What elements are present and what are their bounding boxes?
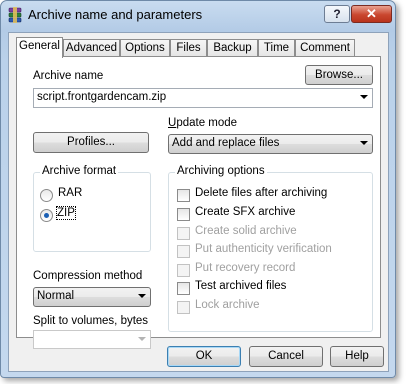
close-button[interactable]: ✕ — [351, 5, 392, 23]
delete-files-checkbox[interactable] — [177, 189, 190, 202]
chevron-down-icon[interactable] — [360, 141, 368, 145]
dialog-client-area: General Advanced Options Files Backup Ti… — [8, 32, 389, 372]
profiles-button[interactable]: Profiles... — [33, 132, 149, 153]
test-files-label[interactable]: Test archived files — [195, 280, 286, 292]
title-bar[interactable]: Archive name and parameters ? ✕ — [1, 1, 395, 31]
create-solid-label: Create solid archive — [195, 225, 297, 237]
lock-archive-checkbox[interactable] — [177, 301, 190, 314]
help-button[interactable]: Help — [330, 346, 384, 367]
authenticity-label: Put authenticity verification — [195, 243, 332, 255]
archive-name-combobox[interactable]: script.frontgardencam.zip — [33, 88, 373, 108]
tab-backup[interactable]: Backup — [207, 39, 258, 57]
archive-name-value: script.frontgardencam.zip — [37, 91, 167, 103]
update-mode-label: Update mode — [168, 117, 238, 129]
create-sfx-checkbox[interactable] — [177, 208, 190, 221]
compression-method-value: Normal — [37, 290, 75, 302]
general-tab-page: Archive name Browse... script.frontgarde… — [16, 56, 381, 338]
rar-label[interactable]: RAR — [58, 187, 82, 199]
recovery-record-checkbox[interactable] — [177, 264, 190, 277]
compression-method-select[interactable]: Normal — [33, 287, 151, 307]
tab-options[interactable]: Options — [120, 39, 170, 57]
browse-button[interactable]: Browse... — [305, 65, 373, 85]
update-mode-select[interactable]: Add and replace files — [168, 134, 373, 154]
chevron-down-icon[interactable] — [138, 294, 146, 298]
update-mode-value: Add and replace files — [172, 137, 280, 149]
archive-name-label: Archive name — [33, 70, 104, 82]
archiving-options-title: Archiving options — [175, 165, 267, 177]
zip-radio[interactable] — [40, 209, 53, 222]
dialog-window: Archive name and parameters ? ✕ General … — [0, 0, 396, 378]
tab-time[interactable]: Time — [258, 39, 295, 57]
lock-archive-label: Lock archive — [195, 299, 260, 311]
cancel-button[interactable]: Cancel — [249, 346, 323, 367]
split-volumes-label: Split to volumes, bytes — [33, 315, 149, 327]
chevron-down-icon[interactable] — [360, 95, 368, 99]
window-title: Archive name and parameters — [28, 7, 203, 22]
tab-advanced[interactable]: Advanced — [63, 39, 120, 57]
archive-format-group: Archive format RAR ZIP — [33, 165, 151, 252]
compression-method-label: Compression method — [33, 270, 143, 282]
archive-format-title: Archive format — [40, 165, 119, 177]
tab-general[interactable]: General — [16, 37, 63, 58]
ok-button[interactable]: OK — [167, 346, 241, 367]
rar-radio[interactable] — [40, 189, 53, 202]
test-files-checkbox[interactable] — [177, 282, 190, 295]
tab-comment[interactable]: Comment — [295, 39, 355, 57]
winrar-app-icon — [8, 7, 22, 23]
zip-label[interactable]: ZIP — [56, 206, 76, 220]
create-sfx-label[interactable]: Create SFX archive — [195, 206, 295, 218]
chevron-down-icon[interactable] — [138, 337, 146, 341]
tab-files[interactable]: Files — [170, 39, 207, 57]
delete-files-label[interactable]: Delete files after archiving — [195, 187, 327, 199]
help-caption-button[interactable]: ? — [324, 5, 350, 23]
recovery-record-label: Put recovery record — [195, 262, 296, 274]
authenticity-checkbox[interactable] — [177, 245, 190, 258]
create-solid-checkbox[interactable] — [177, 227, 190, 240]
split-volumes-combobox[interactable] — [33, 330, 151, 349]
